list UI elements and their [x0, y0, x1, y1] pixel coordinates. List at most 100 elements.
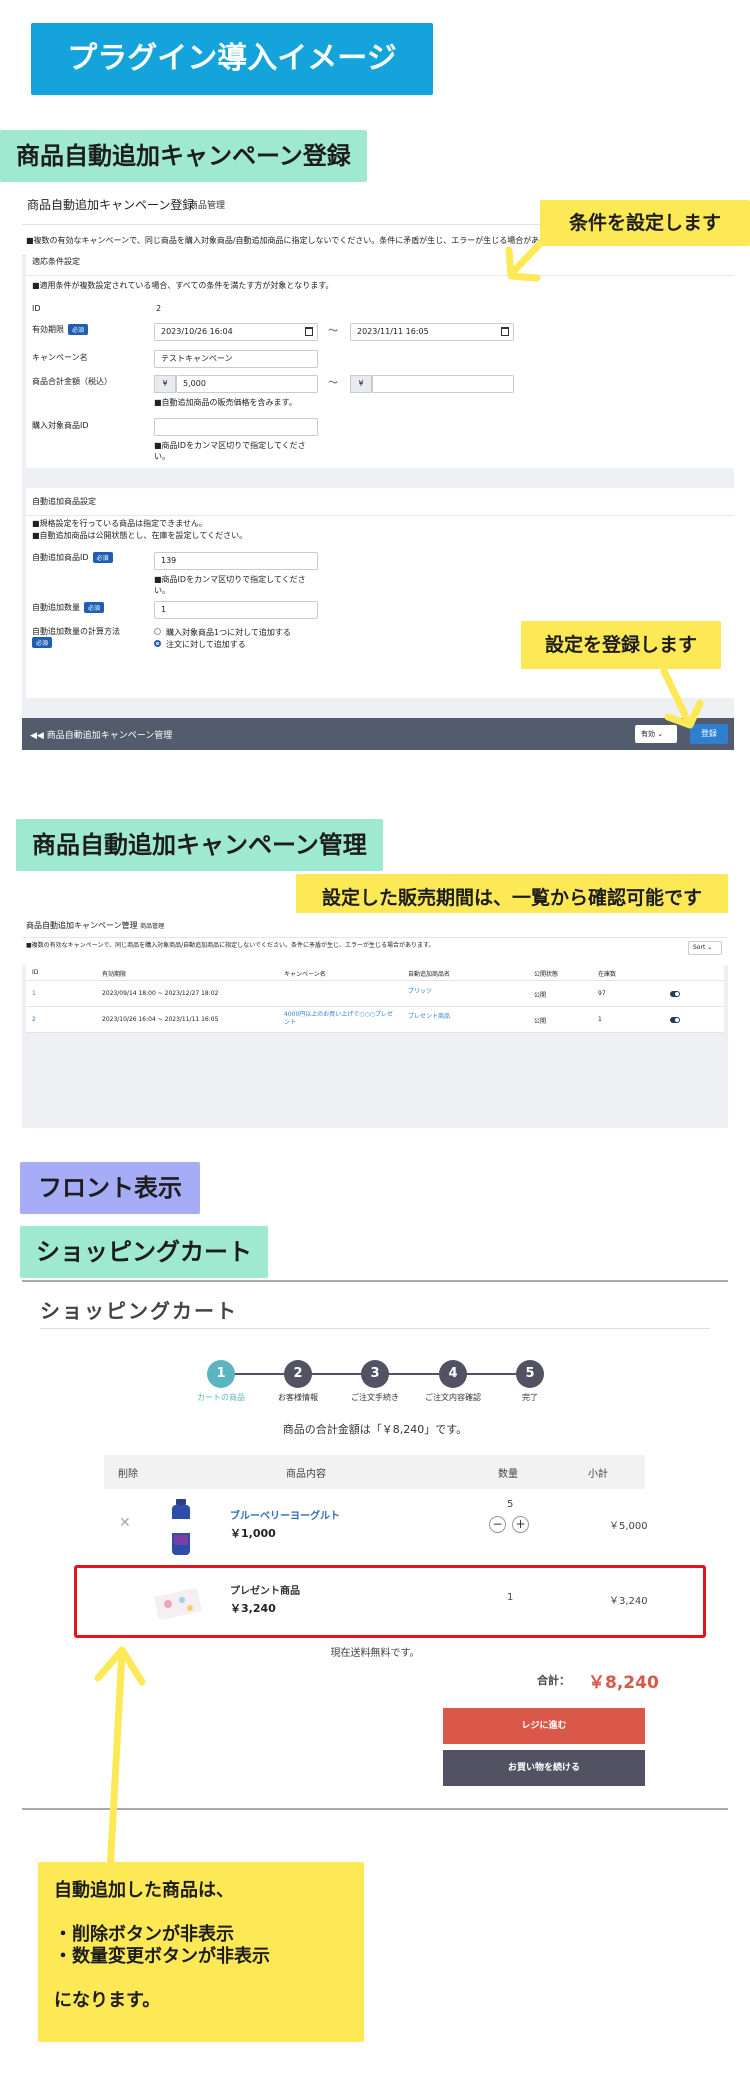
total-min-input[interactable]: 5,000 [176, 375, 318, 393]
condition-panel-title: 適応条件設定 [26, 248, 734, 276]
admin-header: 商品自動追加キャンペーン管理 商品管理 [22, 913, 728, 937]
product-name-link[interactable]: ブルーベリーヨーグルト [230, 1507, 340, 1522]
note-line: ・数量変更ボタンが非表示 [54, 1946, 270, 1967]
required-badge: 必須 [68, 324, 89, 335]
calendar-icon[interactable] [501, 327, 509, 336]
period-label: 有効期限 必須 [32, 324, 89, 335]
total-amount-label: 商品合計金額（税込） [32, 377, 112, 386]
campaign-name-label: キャンペーン名 [32, 353, 88, 362]
total-tilde: 〜 [328, 378, 338, 389]
sort-select[interactable]: Sort ⌄ [688, 941, 722, 955]
step-2-label: お客様情報 [278, 1393, 318, 1402]
arrow-icon [660, 667, 704, 729]
table-row[interactable]: 1 2023/09/14 18:00 ~ 2023/12/27 18:02 プリ… [26, 981, 724, 1007]
row-campaign[interactable]: 4000円以上のお買い上げで○○○プレゼント [284, 1011, 394, 1027]
period-end-input[interactable]: 2023/11/11 16:05 [350, 323, 514, 341]
row-period: 2023/10/26 16:04 ~ 2023/11/11 16:05 [102, 1016, 219, 1023]
col-delete: 削除 [118, 1469, 138, 1480]
calc-method-opt2-label: 注文に対して追加する [166, 640, 246, 649]
period-start-input[interactable]: 2023/10/26 16:04 [154, 323, 318, 341]
note-line: になります。 [54, 1990, 161, 2011]
table-row[interactable]: 2 2023/10/26 16:04 ~ 2023/11/11 16:05 40… [26, 1007, 724, 1033]
divider [22, 1280, 728, 1282]
total-label: 合計： [537, 1674, 570, 1687]
admin-page-title: 商品自動追加キャンペーン管理 商品管理 [26, 921, 165, 930]
admin-page-title: 商品自動追加キャンペーン登録 [27, 198, 195, 212]
page-title-banner: プラグイン導入イメージ [31, 23, 433, 95]
col-content: 商品内容 [286, 1469, 326, 1480]
section-banner-cart: ショッピングカート [20, 1226, 268, 1278]
step-1: 1 [207, 1360, 235, 1388]
col-qty: 数量 [498, 1469, 518, 1480]
step-3-label: ご注文手続き [351, 1393, 399, 1402]
total-note: ■自動追加商品の販売価格を含みます。 [154, 398, 297, 407]
col-header: キャンペーン名 [284, 971, 326, 978]
yen-addon: ¥ [154, 375, 176, 393]
divider [40, 1328, 710, 1329]
step-3: 3 [361, 1360, 389, 1388]
calc-method-radio-per-item[interactable] [154, 628, 161, 635]
auto-product-id-note: ■商品IDをカンマ区切りで指定してくださ い。 [154, 575, 306, 595]
back-to-management-link[interactable]: ◀◀ 商品自動追加キャンペーン管理 [30, 728, 172, 741]
id-label: ID [32, 304, 41, 313]
note-line [54, 1968, 348, 1990]
toggle-switch[interactable] [670, 991, 680, 997]
col-subtotal: 小計 [588, 1469, 608, 1480]
row-product[interactable]: プリッツ [408, 986, 432, 995]
target-product-label: 購入対象商品ID [32, 421, 89, 430]
arrow-icon [94, 1646, 146, 1876]
product-image [172, 1499, 190, 1555]
col-header: ID [32, 969, 39, 976]
row-id[interactable]: 1 [32, 990, 36, 997]
calc-method-radio-per-order[interactable] [154, 640, 161, 647]
total-value: ￥8,240 [588, 1673, 659, 1693]
highlight-box [74, 1565, 706, 1638]
step-1-label: カートの商品 [197, 1393, 245, 1402]
row-status: 公開 [534, 992, 547, 999]
arrow-icon [505, 224, 559, 282]
product-subtotal: ￥5,000 [609, 1521, 648, 1532]
condition-panel: 適応条件設定 ■適用条件が複数設定されている場合、すべての条件を満たす方が対象と… [26, 248, 734, 468]
continue-shopping-button[interactable]: お買い物を続ける [443, 1750, 645, 1786]
campaign-name-input[interactable]: テストキャンペーン [154, 350, 318, 368]
checkout-button[interactable]: レジに進む [443, 1708, 645, 1744]
row-stock: 1 [598, 1016, 602, 1023]
cart-total-message: 商品の合計金額は「￥8,240」です。 [282, 1423, 468, 1436]
auto-add-note-1: ■規格設定を行っている商品は指定できません。 [32, 519, 207, 528]
row-product[interactable]: プレゼント商品 [408, 1011, 450, 1020]
col-header: 自動追加商品名 [408, 971, 451, 978]
auto-qty-input[interactable]: 1 [154, 601, 318, 619]
note-line: ・削除ボタンが非表示 [54, 1924, 234, 1945]
total-max-input[interactable] [372, 375, 514, 393]
auto-product-id-input[interactable]: 139 [154, 552, 318, 570]
note-register-settings: 設定を登録します [521, 621, 721, 669]
delete-icon[interactable]: ✕ [119, 1515, 131, 1531]
target-product-note: ■商品IDをカンマ区切りで指定してくださ い。 [154, 441, 306, 461]
step-5-label: 完了 [522, 1393, 538, 1402]
campaign-management-screenshot: 商品自動追加キャンペーン管理 商品管理 ■複数の有効なキャンペーンで、同じ商品を… [22, 913, 728, 1128]
product-price: ￥1,000 [230, 1527, 276, 1540]
step-2: 2 [284, 1360, 312, 1388]
row-status: 公開 [534, 1018, 547, 1025]
auto-qty-label: 自動追加数量 必須 [32, 602, 105, 613]
step-5: 5 [516, 1360, 544, 1388]
period-tilde: 〜 [328, 326, 338, 337]
campaign-table: ID 有効期限 キャンペーン名 自動追加商品名 公開状態 在庫数 1 2023/… [26, 965, 724, 1033]
row-period: 2023/09/14 18:00 ~ 2023/12/27 18:02 [102, 990, 219, 997]
plus-icon[interactable]: + [512, 1516, 529, 1533]
target-product-input[interactable] [154, 418, 318, 436]
row-stock: 97 [598, 990, 606, 997]
condition-note: ■適用条件が複数設定されている場合、すべての条件を満たす方が対象となります。 [32, 281, 334, 290]
toggle-switch[interactable] [670, 1017, 680, 1023]
col-header: 有効期限 [102, 971, 127, 978]
row-id[interactable]: 2 [32, 1016, 36, 1023]
calc-method-label: 自動追加数量の計算方法 必須 [32, 627, 120, 648]
step-4: 4 [439, 1360, 467, 1388]
admin-page-subtitle: 商品管理 [189, 201, 226, 211]
required-badge: 必須 [92, 552, 113, 563]
note-set-condition: 条件を設定します [540, 200, 750, 246]
calendar-icon[interactable] [305, 327, 313, 336]
yen-addon: ¥ [350, 375, 372, 393]
minus-icon[interactable]: − [489, 1516, 506, 1533]
step-4-label: ご注文内容確認 [425, 1393, 481, 1402]
